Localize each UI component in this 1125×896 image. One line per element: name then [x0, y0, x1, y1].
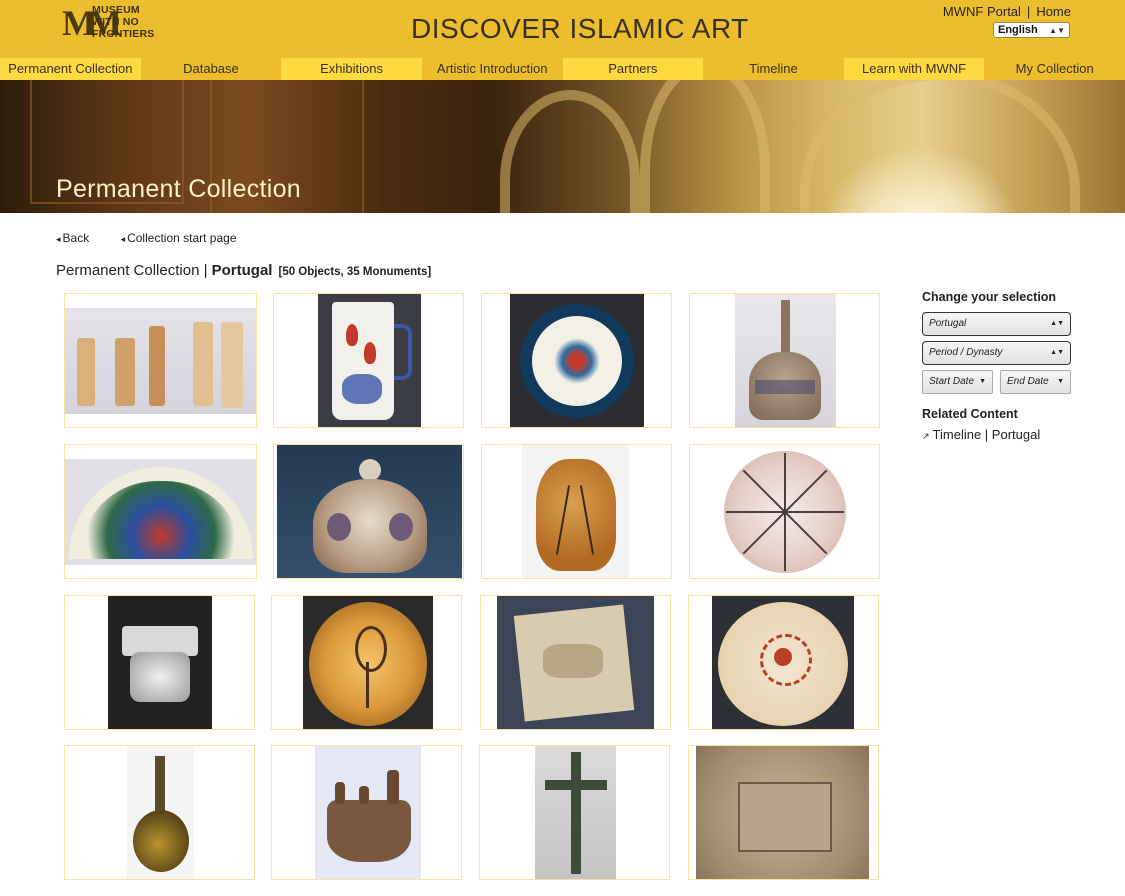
- collection-item[interactable]: [689, 293, 880, 428]
- chevron-down-icon: ▼: [979, 378, 986, 385]
- nav-my-collection[interactable]: My Collection: [984, 58, 1125, 80]
- related-content-title: Related Content: [922, 407, 1018, 421]
- nav-exhibitions[interactable]: Exhibitions: [281, 58, 422, 80]
- item-image: [735, 294, 836, 427]
- nav-database[interactable]: Database: [140, 58, 282, 80]
- item-image: [522, 445, 629, 578]
- collection-item[interactable]: [271, 595, 462, 730]
- item-image: [108, 596, 212, 729]
- language-value: English: [998, 24, 1038, 36]
- banner-arch: [500, 90, 640, 213]
- banner-arch: [800, 80, 1080, 213]
- item-image: [65, 459, 256, 565]
- top-links: MWNF Portal | Home: [943, 4, 1071, 19]
- collection-item[interactable]: [481, 293, 672, 428]
- banner-arch: [640, 80, 770, 213]
- item-image: [714, 445, 857, 578]
- start-date-select[interactable]: Start Date ▼: [922, 370, 993, 394]
- home-link[interactable]: Home: [1036, 4, 1071, 19]
- collection-item[interactable]: [64, 293, 257, 428]
- collection-item[interactable]: [273, 293, 464, 428]
- banner-image: Permanent Collection: [0, 80, 1125, 213]
- link-separator: |: [1026, 4, 1031, 19]
- collection-item[interactable]: [688, 595, 879, 730]
- nav-permanent-collection[interactable]: Permanent Collection: [0, 58, 141, 80]
- collection-start-link[interactable]: ◂ Collection start page: [121, 231, 251, 245]
- site-title: DISCOVER ISLAMIC ART: [411, 13, 749, 44]
- period-select-value: Period / Dynasty: [929, 347, 1003, 358]
- main-nav: Permanent Collection Database Exhibition…: [0, 58, 1125, 80]
- mwnf-portal-link[interactable]: MWNF Portal: [943, 4, 1021, 19]
- select-arrows-icon: ▲▼: [1049, 26, 1065, 35]
- collection-item[interactable]: [64, 745, 255, 880]
- collection-item[interactable]: [480, 595, 671, 730]
- start-date-value: Start Date: [929, 376, 975, 387]
- related-timeline-link[interactable]: ↗ Timeline | Portugal: [922, 427, 1040, 442]
- nav-artistic-introduction[interactable]: Artistic Introduction: [421, 58, 563, 80]
- select-arrows-icon: ▲▼: [1050, 349, 1064, 356]
- item-image: [510, 294, 644, 427]
- country-select-value: Portugal: [929, 318, 967, 329]
- chevron-down-icon: ▼: [1057, 378, 1064, 385]
- item-image: [303, 596, 433, 729]
- change-selection-title: Change your selection: [922, 290, 1057, 304]
- site-header: MM MUSEUM WITH NO FRONTIERS DISCOVER ISL…: [0, 0, 1125, 58]
- collection-item[interactable]: [688, 745, 879, 880]
- arrow-icon: ↗: [922, 431, 930, 441]
- item-image: [535, 746, 616, 879]
- item-image: [318, 294, 421, 427]
- collection-item[interactable]: [479, 745, 670, 880]
- select-arrows-icon: ▲▼: [1050, 320, 1064, 327]
- collection-item[interactable]: [689, 444, 880, 579]
- nav-learn-with-mwnf[interactable]: Learn with MWNF: [843, 58, 985, 80]
- logo-text: MUSEUM WITH NO FRONTIERS: [92, 4, 155, 40]
- mwnf-logo[interactable]: MM MUSEUM WITH NO FRONTIERS: [62, 4, 154, 44]
- collection-item[interactable]: [271, 745, 462, 880]
- collection-item[interactable]: [64, 444, 257, 579]
- item-image: [315, 746, 421, 879]
- back-arrow-icon: ◂: [56, 234, 61, 244]
- collection-country: Portugal: [211, 262, 273, 279]
- logo-mark: MM: [62, 3, 122, 43]
- item-image: [696, 746, 869, 879]
- item-image: [712, 596, 854, 729]
- nav-timeline[interactable]: Timeline: [703, 58, 844, 80]
- end-date-value: End Date: [1007, 376, 1049, 387]
- collection-item[interactable]: [273, 444, 464, 579]
- page-title: Permanent Collection: [56, 175, 302, 203]
- period-select[interactable]: Period / Dynasty ▲▼: [922, 341, 1071, 365]
- nav-partners[interactable]: Partners: [562, 58, 704, 80]
- end-date-select[interactable]: End Date ▼: [1000, 370, 1071, 394]
- country-select[interactable]: Portugal ▲▼: [922, 312, 1071, 336]
- back-links: ◂ Back ◂ Collection start page: [56, 231, 265, 245]
- language-select[interactable]: English ▲▼: [993, 22, 1070, 38]
- item-image: [65, 308, 256, 414]
- collection-count: [50 Objects, 35 Monuments]: [278, 266, 432, 278]
- collection-item[interactable]: [481, 444, 672, 579]
- item-image: [277, 445, 462, 578]
- item-image: [127, 746, 194, 879]
- back-arrow-icon: ◂: [120, 234, 126, 244]
- collection-heading: Permanent Collection | Portugal [50 Objec…: [56, 262, 432, 279]
- item-image: [497, 596, 654, 729]
- back-link[interactable]: ◂ Back: [56, 231, 103, 245]
- collection-item[interactable]: [64, 595, 255, 730]
